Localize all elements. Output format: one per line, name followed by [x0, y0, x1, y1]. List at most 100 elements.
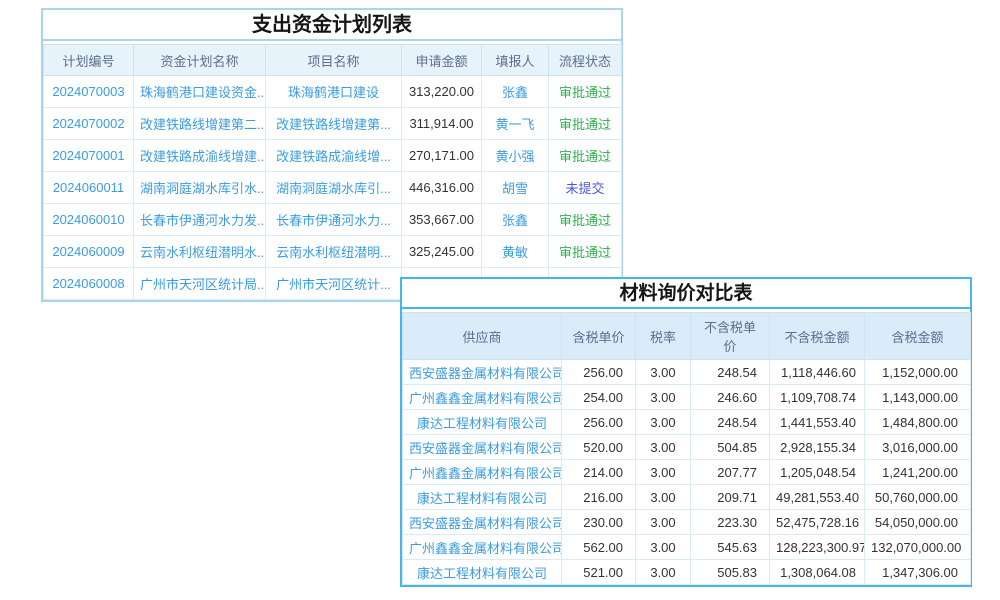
unit-price-without-tax-cell: 545.63	[691, 535, 770, 560]
reporter-link[interactable]: 黄敏	[482, 236, 549, 268]
project-name-link[interactable]: 湖南洞庭湖水库引...	[266, 172, 402, 204]
supplier-link[interactable]: 广州鑫鑫金属材料有限公司	[403, 460, 562, 485]
amount-with-tax-cell: 1,152,000.00	[865, 360, 971, 385]
tax-rate-cell: 3.00	[636, 560, 691, 585]
reporter-link[interactable]: 黄一飞	[482, 108, 549, 140]
unit-price-with-tax-cell: 521.00	[562, 560, 636, 585]
applied-amount-cell: 325,245.00	[402, 236, 482, 268]
status-badge: 审批通过	[549, 140, 622, 172]
tax-rate-cell: 3.00	[636, 510, 691, 535]
reporter-link[interactable]: 黄小强	[482, 140, 549, 172]
column-header-applied-amount: 申请金额	[402, 45, 482, 76]
amount-without-tax-cell: 128,223,300.97	[770, 535, 865, 560]
amount-with-tax-cell: 50,760,000.00	[865, 485, 971, 510]
project-name-link[interactable]: 改建铁路线增建第...	[266, 108, 402, 140]
column-header-amount-without-tax: 不含税金额	[770, 313, 865, 360]
amount-without-tax-cell: 52,475,728.16	[770, 510, 865, 535]
fund-plan-link[interactable]: 广州市天河区统计局...	[134, 268, 266, 300]
table-row: 广州鑫鑫金属材料有限公司562.003.00545.63128,223,300.…	[403, 535, 971, 560]
amount-with-tax-cell: 1,143,000.00	[865, 385, 971, 410]
table-row: 西安盛器金属材料有限公司520.003.00504.852,928,155.34…	[403, 435, 971, 460]
supplier-link[interactable]: 西安盛器金属材料有限公司	[403, 360, 562, 385]
table-row: 2024060009云南水利枢纽潜明水...云南水利枢纽潜明...325,245…	[44, 236, 622, 268]
column-header-fund-plan-name: 资金计划名称	[134, 45, 266, 76]
amount-with-tax-cell: 132,070,000.00	[865, 535, 971, 560]
amount-without-tax-cell: 49,281,553.40	[770, 485, 865, 510]
tax-rate-cell: 3.00	[636, 485, 691, 510]
plan-id-link[interactable]: 2024060009	[44, 236, 134, 268]
fund-plan-link[interactable]: 珠海鹤港口建设资金...	[134, 76, 266, 108]
table1-header-row: 计划编号资金计划名称项目名称申请金额填报人流程状态	[44, 45, 622, 76]
tax-rate-cell: 3.00	[636, 460, 691, 485]
supplier-link[interactable]: 西安盛器金属材料有限公司	[403, 510, 562, 535]
supplier-link[interactable]: 广州鑫鑫金属材料有限公司	[403, 535, 562, 560]
plan-id-link[interactable]: 2024060011	[44, 172, 134, 204]
amount-without-tax-cell: 2,928,155.34	[770, 435, 865, 460]
table2-header-row: 供应商含税单价税率不含税单价不含税金额含税金额	[403, 313, 971, 360]
table-row: 广州鑫鑫金属材料有限公司254.003.00246.601,109,708.74…	[403, 385, 971, 410]
reporter-link[interactable]: 张鑫	[482, 204, 549, 236]
unit-price-without-tax-cell: 223.30	[691, 510, 770, 535]
table-row: 康达工程材料有限公司256.003.00248.541,441,553.401,…	[403, 410, 971, 435]
unit-price-with-tax-cell: 520.00	[562, 435, 636, 460]
status-badge: 审批通过	[549, 108, 622, 140]
amount-with-tax-cell: 1,241,200.00	[865, 460, 971, 485]
supplier-link[interactable]: 康达工程材料有限公司	[403, 560, 562, 585]
fund-plan-link[interactable]: 云南水利枢纽潜明水...	[134, 236, 266, 268]
material-inquiry-comparison-table: 材料询价对比表 供应商含税单价税率不含税单价不含税金额含税金额 西安盛器金属材料…	[400, 277, 972, 587]
table-row: 2024060010长春市伊通河水力发...长春市伊通河水力...353,667…	[44, 204, 622, 236]
supplier-link[interactable]: 西安盛器金属材料有限公司	[403, 435, 562, 460]
table-row: 西安盛器金属材料有限公司230.003.00223.3052,475,728.1…	[403, 510, 971, 535]
unit-price-with-tax-cell: 256.00	[562, 410, 636, 435]
unit-price-with-tax-cell: 230.00	[562, 510, 636, 535]
status-badge: 审批通过	[549, 76, 622, 108]
status-badge: 审批通过	[549, 236, 622, 268]
table-row: 2024060011湖南洞庭湖水库引水...湖南洞庭湖水库引...446,316…	[44, 172, 622, 204]
project-name-link[interactable]: 改建铁路成渝线增...	[266, 140, 402, 172]
amount-without-tax-cell: 1,308,064.08	[770, 560, 865, 585]
material-inquiry-title: 材料询价对比表	[402, 279, 970, 309]
amount-without-tax-cell: 1,441,553.40	[770, 410, 865, 435]
table-row: 康达工程材料有限公司521.003.00505.831,308,064.081,…	[403, 560, 971, 585]
table-row: 西安盛器金属材料有限公司256.003.00248.541,118,446.60…	[403, 360, 971, 385]
unit-price-without-tax-cell: 248.54	[691, 410, 770, 435]
plan-id-link[interactable]: 2024070001	[44, 140, 134, 172]
column-header-plan-id: 计划编号	[44, 45, 134, 76]
project-name-link[interactable]: 广州市天河区统计...	[266, 268, 402, 300]
table-row: 2024070003珠海鹤港口建设资金...珠海鹤港口建设313,220.00张…	[44, 76, 622, 108]
reporter-link[interactable]: 胡雪	[482, 172, 549, 204]
supplier-link[interactable]: 广州鑫鑫金属材料有限公司	[403, 385, 562, 410]
supplier-link[interactable]: 康达工程材料有限公司	[403, 485, 562, 510]
applied-amount-cell: 311,914.00	[402, 108, 482, 140]
unit-price-with-tax-cell: 214.00	[562, 460, 636, 485]
amount-with-tax-cell: 54,050,000.00	[865, 510, 971, 535]
table-row: 2024070002改建铁路线增建第二...改建铁路线增建第...311,914…	[44, 108, 622, 140]
plan-id-link[interactable]: 2024060008	[44, 268, 134, 300]
unit-price-with-tax-cell: 216.00	[562, 485, 636, 510]
applied-amount-cell: 270,171.00	[402, 140, 482, 172]
project-name-link[interactable]: 云南水利枢纽潜明...	[266, 236, 402, 268]
plan-id-link[interactable]: 2024070003	[44, 76, 134, 108]
supplier-link[interactable]: 康达工程材料有限公司	[403, 410, 562, 435]
fund-plan-link[interactable]: 长春市伊通河水力发...	[134, 204, 266, 236]
fund-plan-link[interactable]: 改建铁路线增建第二...	[134, 108, 266, 140]
project-name-link[interactable]: 长春市伊通河水力...	[266, 204, 402, 236]
project-name-link[interactable]: 珠海鹤港口建设	[266, 76, 402, 108]
amount-with-tax-cell: 1,347,306.00	[865, 560, 971, 585]
tax-rate-cell: 3.00	[636, 410, 691, 435]
material-inquiry-grid: 供应商含税单价税率不含税单价不含税金额含税金额 西安盛器金属材料有限公司256.…	[402, 312, 971, 585]
plan-id-link[interactable]: 2024070002	[44, 108, 134, 140]
column-header-unit-price-with-tax: 含税单价	[562, 313, 636, 360]
reporter-link[interactable]: 张鑫	[482, 76, 549, 108]
column-header-unit-price-without-tax: 不含税单价	[691, 313, 770, 360]
amount-without-tax-cell: 1,205,048.54	[770, 460, 865, 485]
applied-amount-cell: 313,220.00	[402, 76, 482, 108]
fund-plan-link[interactable]: 改建铁路成渝线增建...	[134, 140, 266, 172]
fund-plan-link[interactable]: 湖南洞庭湖水库引水...	[134, 172, 266, 204]
amount-without-tax-cell: 1,109,708.74	[770, 385, 865, 410]
plan-id-link[interactable]: 2024060010	[44, 204, 134, 236]
column-header-amount-with-tax: 含税金额	[865, 313, 971, 360]
tax-rate-cell: 3.00	[636, 385, 691, 410]
expenditure-fund-plan-title: 支出资金计划列表	[43, 10, 621, 41]
amount-with-tax-cell: 3,016,000.00	[865, 435, 971, 460]
